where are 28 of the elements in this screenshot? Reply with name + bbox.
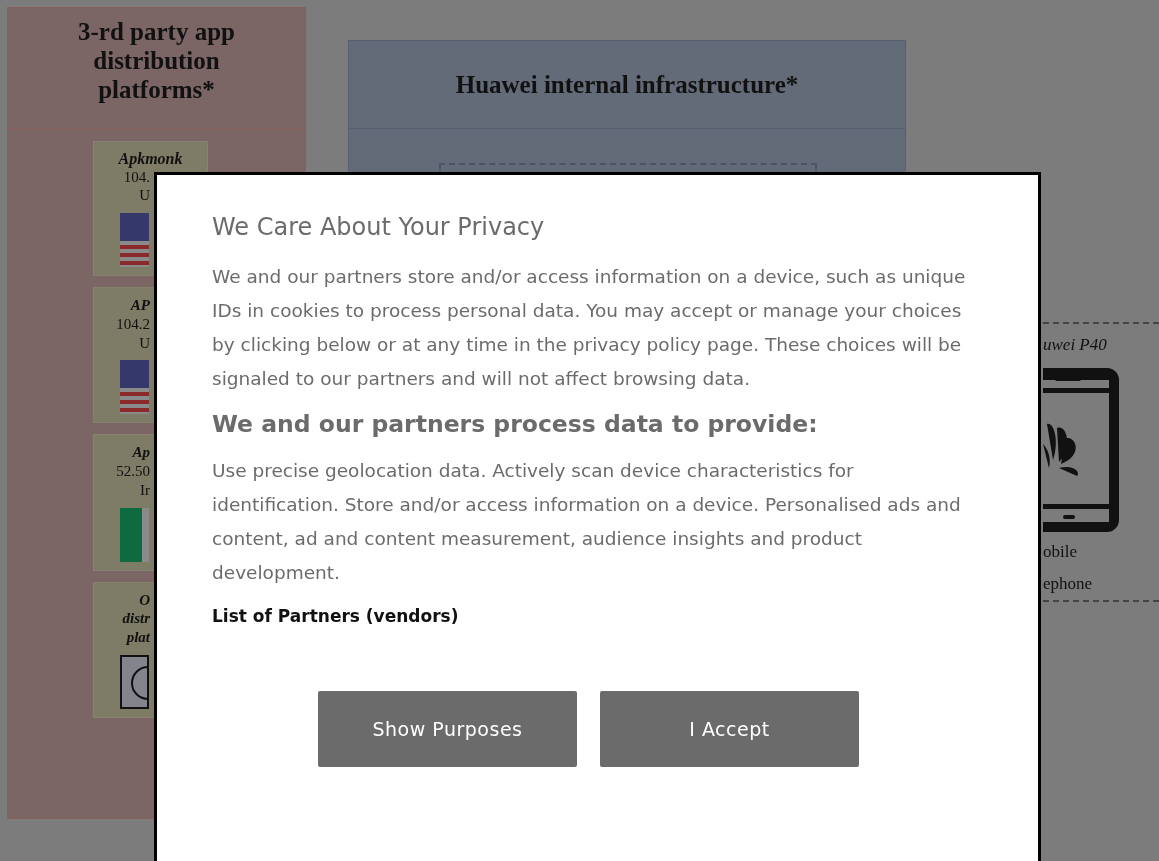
consent-text: We and our partners store and/or access information on a device, such as unique IDs in cookies to process personal data. You may accept or manage your choices by clicking below or at any time in the privacy policy page. These choices will be signaled to our partners and will not affect browsing data. xyxy=(212,264,967,391)
platform-name: O xyxy=(138,590,150,610)
accept-button[interactable]: I Accept xyxy=(600,691,859,768)
device-label: uwei P40 xyxy=(1043,334,1108,356)
purposes-text: Use precise geolocation data. Actively scan device characteristics for identification. Store and/or access information on a device. Personalised ads and content, ad and content measurement, audience insights and product development. xyxy=(212,459,962,585)
dialog-title: We Care About Your Privacy xyxy=(212,213,546,242)
flag-icon xyxy=(120,213,149,268)
globe-icon xyxy=(120,654,149,709)
device-caption: obile xyxy=(1043,540,1078,563)
platform-detail: 104.2 xyxy=(115,314,150,334)
platform-detail: U xyxy=(138,186,150,206)
platform-detail: 104. xyxy=(122,168,150,187)
platform-name: AP xyxy=(129,296,150,315)
platform-name: Ap xyxy=(131,443,150,463)
device-caption: ephone xyxy=(1043,572,1094,595)
platform-name: plat xyxy=(125,628,150,647)
platform-name: Apkmonk xyxy=(117,150,184,168)
platform-detail: Ir xyxy=(139,480,150,500)
vendors-link[interactable]: List of Partners (vendors) xyxy=(212,606,459,626)
flag-icon xyxy=(120,507,149,562)
section-heading: We and our partners process data to provide: xyxy=(212,409,819,438)
platform-detail: 52.50 xyxy=(115,462,150,481)
panel-title: 3-rd party app distribution platforms* xyxy=(8,8,305,129)
panel-title: Huawei internal infrastructure* xyxy=(349,41,905,129)
platform-name: distr xyxy=(121,609,150,629)
flag-icon xyxy=(120,360,149,415)
show-purposes-button[interactable]: Show Purposes xyxy=(318,691,577,768)
platform-detail: U xyxy=(138,333,150,353)
